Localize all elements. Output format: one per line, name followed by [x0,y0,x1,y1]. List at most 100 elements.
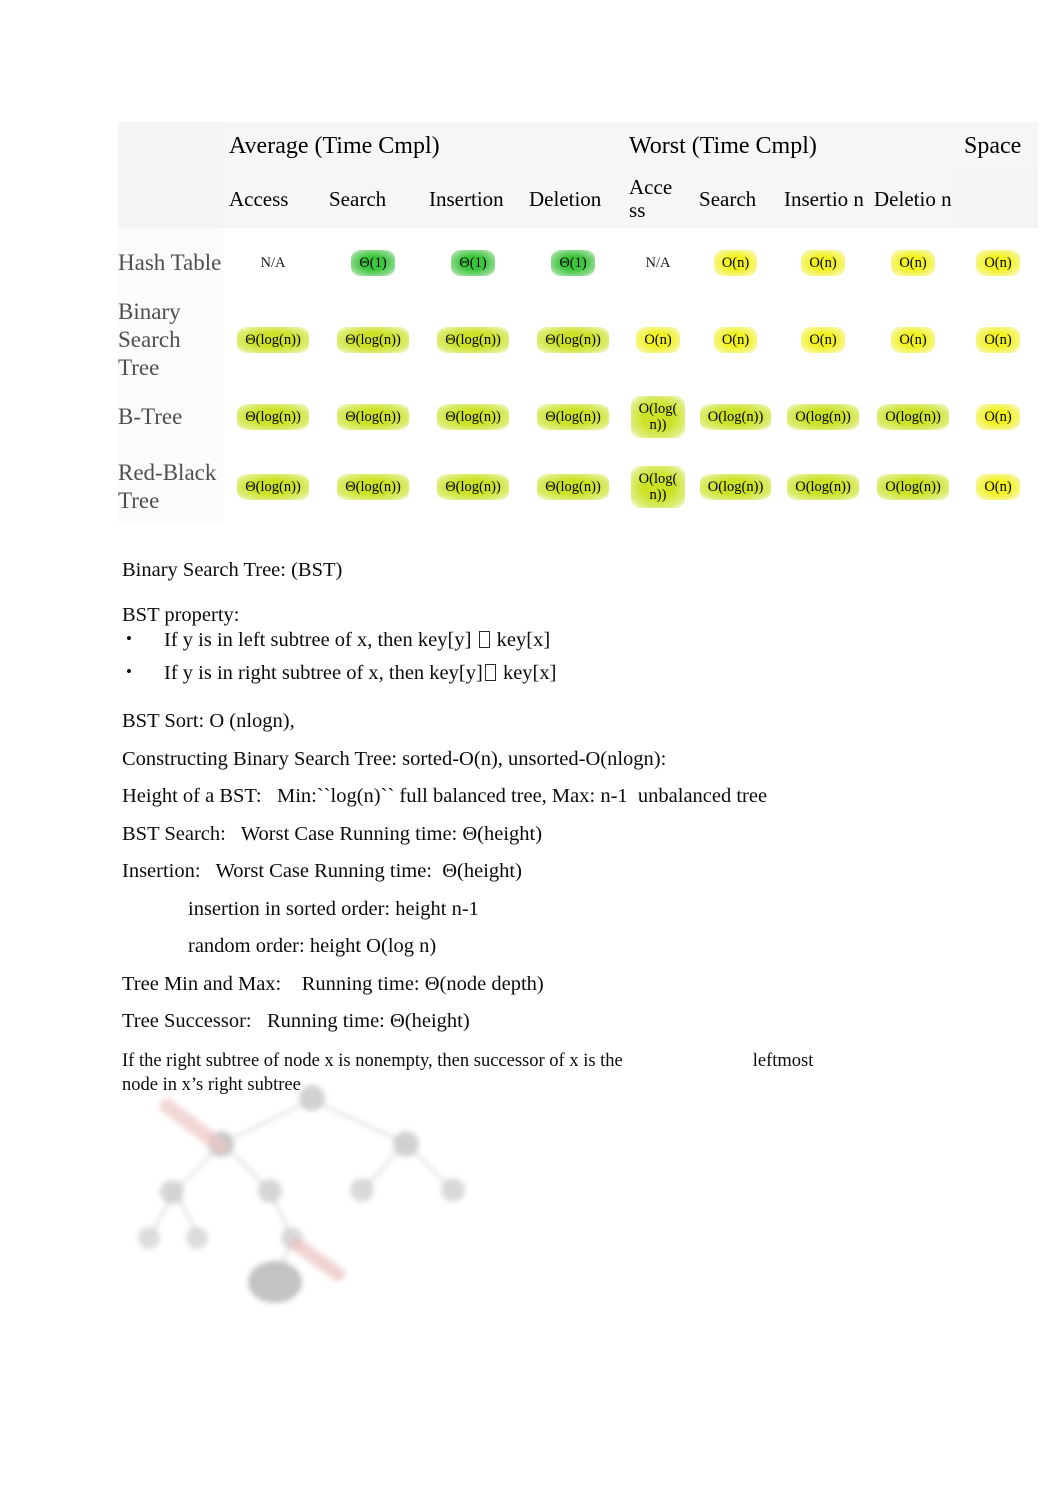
bst-successor-figure [120,1078,490,1323]
cell-rbtree-avg-insertion: Θ(log(n)) [423,452,523,523]
cell-rbtree-avg-search: Θ(log(n)) [323,452,423,523]
cell-value: Θ(1) [451,249,495,277]
cell-hash-avg-access: N/A [223,228,323,298]
cell-rbtree-worst-access: O(log( n)) [623,452,694,523]
column-header-worst-deletion: Deletio n [868,170,959,228]
cell-btree-worst-access: O(log( n)) [623,382,694,453]
row-label-binary-search-tree: Binary Search Tree [118,298,223,383]
cell-value: O(log(n)) [877,474,949,501]
bullet-prefix: If y is in right subtree of x, then key[… [164,661,483,684]
cell-value: O(log(n)) [787,404,859,431]
cell-bst-avg-insertion: Θ(log(n)) [423,298,523,383]
cell-value: O(n) [976,404,1020,431]
column-header-avg-access: Access [223,170,323,228]
cell-value: Θ(log(n)) [237,404,309,431]
successor-note-part-b: leftmost [752,1050,814,1071]
cell-bst-worst-insertion: O(n) [778,298,869,383]
insertion-random-order-line: random order: height O(log n) [188,935,437,957]
column-header-avg-insertion: Insertion [423,170,523,228]
cell-value: O(n) [891,326,935,354]
cell-value: O(n) [801,326,845,354]
table-row: Binary Search Tree Θ(log(n)) Θ(log(n)) Θ… [118,298,1039,383]
table-column-header-row: Access Search Insertion Deletion Acce ss… [118,170,1039,228]
cell-hash-worst-access: N/A [623,228,694,298]
cell-value: O(log(n)) [699,474,772,501]
cell-bst-worst-search: O(n) [693,298,779,383]
cell-value: O(n) [976,249,1020,277]
cell-value: Θ(log(n)) [237,326,309,354]
cell-hash-worst-deletion: O(n) [868,228,959,298]
bullet-text: If y is in left subtree of x, then key[y… [164,630,1002,651]
cell-value: O(n) [976,474,1020,501]
group-header-average: Average (Time Cmpl) [223,122,624,170]
bullet-prefix: If y is in left subtree of x, then key[y… [164,629,477,651]
cell-bst-worst-access: O(n) [623,298,694,383]
list-item: • If y is in right subtree of x, then ke… [122,661,1002,684]
group-header-space-label: Space [964,132,1022,159]
cell-value: O(log(n)) [877,404,949,431]
cell-value: Θ(log(n)) [337,404,409,431]
row-label-red-black-tree: Red-Black Tree [118,452,223,523]
cell-bst-avg-search: Θ(log(n)) [323,298,423,383]
cell-bst-worst-deletion: O(n) [868,298,959,383]
cell-hash-avg-deletion: Θ(1) [523,228,624,298]
cell-btree-space: O(n) [958,382,1039,453]
cell-value: Θ(log(n)) [437,326,509,354]
cell-value: Θ(log(n)) [537,404,609,431]
cell-rbtree-avg-deletion: Θ(log(n)) [523,452,624,523]
cell-bst-space: O(n) [958,298,1039,383]
bullet-icon: • [126,629,132,648]
column-header-blank [118,170,223,228]
tree-diagram-svg [138,1085,465,1303]
cell-hash-avg-insertion: Θ(1) [423,228,523,298]
bullet-text: If y is in right subtree of x, then key[… [164,661,1002,684]
row-label-b-tree: B-Tree [118,382,223,453]
successor-note-part-a: If the right subtree of node x is nonemp… [122,1050,623,1071]
column-header-worst-access: Acce ss [623,170,694,228]
group-header-space: Space [958,122,1039,170]
row-label-hash-table: Hash Table [118,228,223,298]
bst-property-title: BST property: [122,603,240,626]
constructing-bst-line: Constructing Binary Search Tree: sorted-… [122,747,667,770]
cell-btree-worst-search: O(log(n)) [693,382,779,453]
cell-hash-avg-search: Θ(1) [323,228,423,298]
cell-btree-avg-search: Θ(log(n)) [323,382,423,453]
height-of-bst-line: Height of a BST: Min:``log(n)`` full bal… [122,785,768,807]
bst-heading: Binary Search Tree: (BST) [122,559,343,581]
cell-hash-worst-search: O(n) [693,228,779,298]
cell-value: Θ(log(n)) [337,474,409,501]
insertion-sorted-order-line: insertion in sorted order: height n-1 [188,897,479,920]
bst-search-line: BST Search: Worst Case Running time: Θ(h… [122,822,543,845]
list-item: • If y is in left subtree of x, then key… [122,630,1002,651]
cell-value: O(log( n)) [630,465,686,509]
cell-bst-avg-access: Θ(log(n)) [223,298,323,383]
bst-sort-line: BST Sort: O (nlogn), [122,710,295,732]
column-header-avg-deletion: Deletion [523,170,624,228]
column-header-worst-search: Search [693,170,779,228]
cell-value: Θ(log(n)) [337,326,409,354]
cell-rbtree-avg-access: Θ(log(n)) [223,452,323,523]
cell-value: N/A [260,254,286,271]
cell-value: Θ(log(n)) [237,474,309,501]
missing-glyph-icon [478,631,490,648]
cell-hash-worst-insertion: O(n) [778,228,869,298]
cell-btree-avg-access: Θ(log(n)) [223,382,323,453]
cell-bst-avg-deletion: Θ(log(n)) [523,298,624,383]
cell-value: Θ(log(n)) [437,474,509,501]
cell-value: Θ(1) [551,249,595,277]
cell-value: O(n) [976,326,1020,354]
insertion-line: Insertion: Worst Case Running time: Θ(he… [122,860,522,882]
cell-btree-avg-insertion: Θ(log(n)) [423,382,523,453]
complexity-table: Average (Time Cmpl) Worst (Time Cmpl) Sp… [118,122,1039,523]
group-header-worst: Worst (Time Cmpl) [623,122,959,170]
notes-body: Binary Search Tree: (BST) BST property: … [122,560,1002,1097]
cell-value: N/A [645,254,671,271]
cell-value: O(log( n)) [630,395,686,439]
cell-rbtree-worst-deletion: O(log(n)) [868,452,959,523]
cell-value: O(n) [801,249,845,277]
missing-glyph-icon [484,663,496,681]
table-row: B-Tree Θ(log(n)) Θ(log(n)) Θ(log(n)) Θ(l… [118,382,1039,453]
cell-btree-worst-insertion: O(log(n)) [778,382,869,453]
bullet-icon: • [126,661,132,681]
